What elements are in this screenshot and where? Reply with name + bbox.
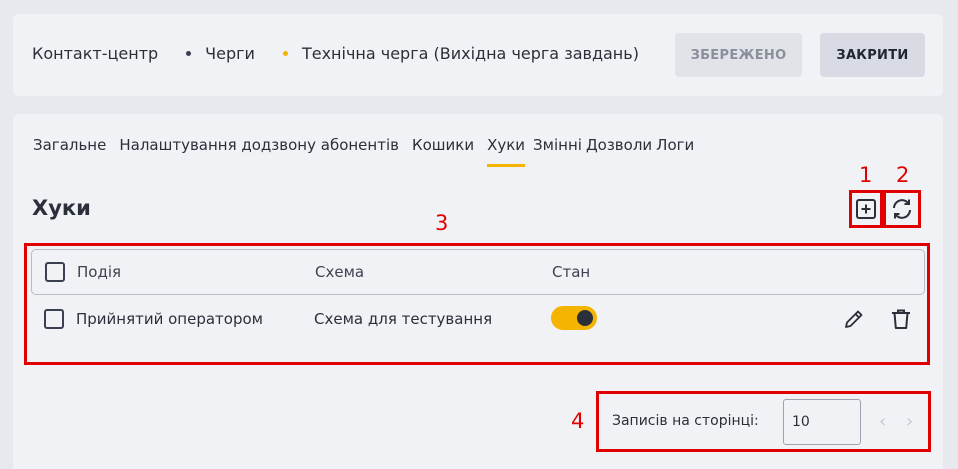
tab-general[interactable]: Загальне <box>33 136 106 154</box>
annotation-number-3: 3 <box>435 211 449 235</box>
tab-baskets[interactable]: Кошики <box>412 136 474 154</box>
header-card: Контакт-центр Черги Технічна черга (Вихі… <box>13 14 943 96</box>
annotation-box-2 <box>883 190 921 228</box>
section-title: Хуки <box>32 196 91 220</box>
annotation-box-4 <box>596 391 931 452</box>
annotation-box-3 <box>24 243 930 365</box>
tab-permissions[interactable]: Дозволи <box>586 136 652 154</box>
breadcrumb-item-contact-center[interactable]: Контакт-центр <box>32 44 158 63</box>
annotation-number-4: 4 <box>571 409 585 433</box>
annotation-number-1: 1 <box>859 163 873 187</box>
breadcrumb-separator-dot <box>282 51 288 56</box>
tab-logs[interactable]: Логи <box>656 136 694 154</box>
breadcrumb-separator-dot <box>186 51 192 56</box>
close-button[interactable]: ЗАКРИТИ <box>820 33 925 77</box>
tab-hooks[interactable]: Хуки <box>487 136 525 167</box>
breadcrumb: Контакт-центр Черги Технічна черга (Вихі… <box>32 44 639 63</box>
annotation-number-2: 2 <box>896 163 910 187</box>
saved-button[interactable]: ЗБЕРЕЖЕНО <box>675 33 802 77</box>
annotation-box-1 <box>849 190 883 228</box>
breadcrumb-item-queues[interactable]: Черги <box>205 44 255 63</box>
breadcrumb-item-current-queue: Технічна черга (Вихідна черга завдань) <box>301 44 639 63</box>
tab-variables[interactable]: Змінні <box>533 136 582 154</box>
tab-bar: Загальне Налаштування додзвону абонентів… <box>33 136 707 167</box>
tab-dial-settings[interactable]: Налаштування додзвону абонентів <box>119 136 399 154</box>
